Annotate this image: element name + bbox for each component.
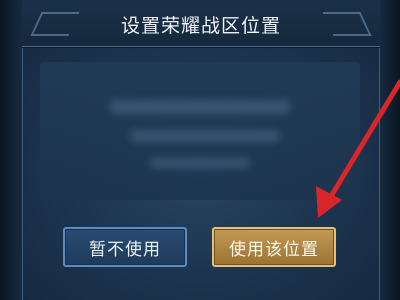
use-this-location-button[interactable]: 使用该位置: [212, 227, 336, 267]
blurred-content-line: [150, 158, 250, 168]
frame-left-edge: [0, 0, 23, 300]
dialog-title: 设置荣耀战区位置: [120, 15, 281, 37]
dialog-header: 设置荣耀战区位置: [22, 0, 380, 47]
not-now-button[interactable]: 暂不使用: [63, 227, 187, 267]
frame-right-edge: [379, 0, 400, 300]
blurred-content-line: [130, 130, 280, 142]
dialog-background: 设置荣耀战区位置 暂不使用 使用该位置: [0, 0, 400, 300]
blurred-content-line: [110, 100, 290, 114]
